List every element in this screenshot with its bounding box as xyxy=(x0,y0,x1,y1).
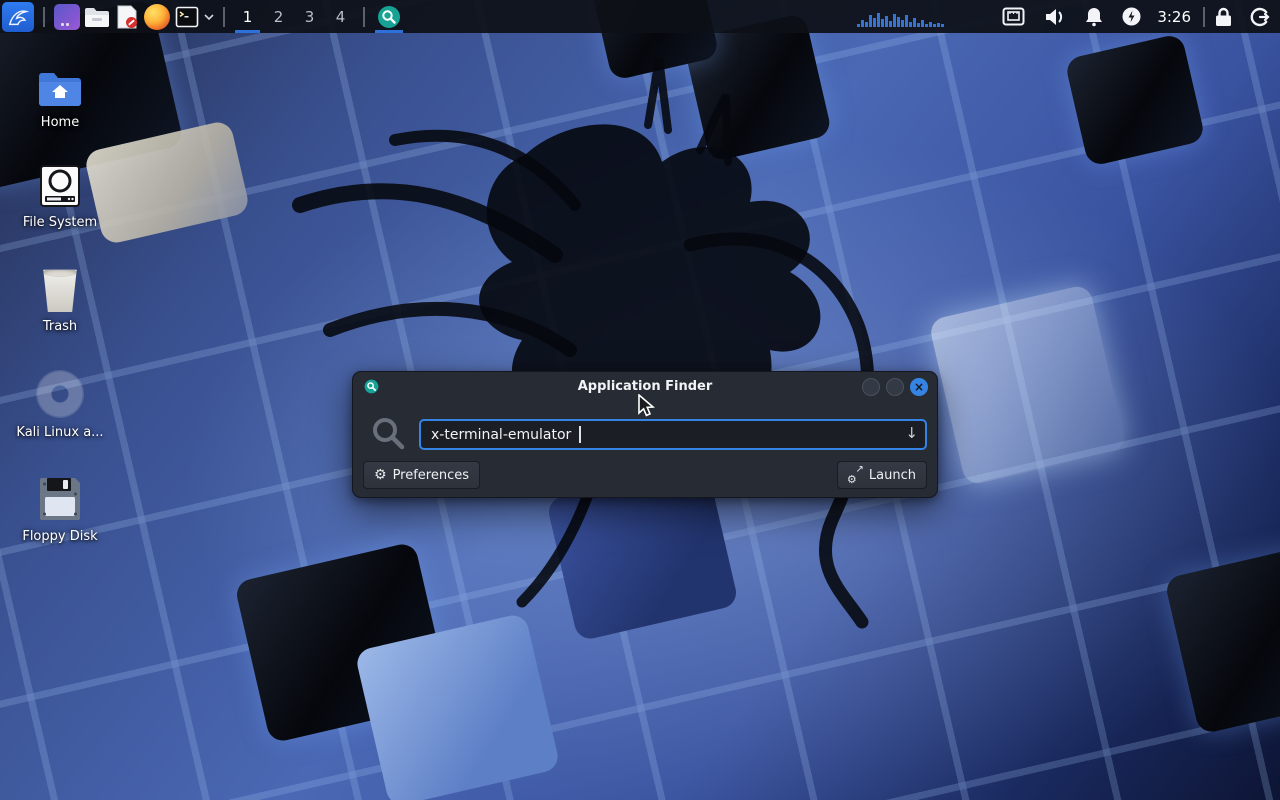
hard-drive-icon xyxy=(39,164,81,208)
notifications-bell-icon[interactable] xyxy=(1085,7,1103,27)
desktop-icon-file-system[interactable]: File System xyxy=(12,154,108,230)
launcher-firefox[interactable] xyxy=(142,0,172,33)
log-out-icon[interactable] xyxy=(1250,7,1270,27)
text-caret xyxy=(579,426,581,443)
launcher-file-manager[interactable] xyxy=(82,0,112,33)
ghost-disc-icon xyxy=(36,370,84,418)
applications-menu-button[interactable] xyxy=(2,2,34,32)
power-manager-icon[interactable] xyxy=(1122,7,1141,26)
search-input[interactable] xyxy=(419,419,927,450)
close-icon: × xyxy=(914,381,924,393)
floppy-disk-icon xyxy=(38,476,82,522)
desktop-icon-floppy-disk[interactable]: Floppy Disk xyxy=(12,468,108,544)
search-input-wrap: ↓ xyxy=(419,419,927,450)
terminal-icon xyxy=(175,5,199,29)
clock[interactable]: 3:26 xyxy=(1157,8,1191,26)
network-icon[interactable] xyxy=(1002,7,1025,26)
desktop-icon-label: Floppy Disk xyxy=(12,529,108,544)
mouse-cursor xyxy=(634,394,656,418)
terminal-dropdown[interactable] xyxy=(202,0,216,33)
desktop-icon-trash[interactable]: Trash xyxy=(12,258,108,334)
preferences-button[interactable]: ⚙ Preferences xyxy=(363,461,480,489)
launch-label: Launch xyxy=(869,468,916,483)
volume-icon[interactable] xyxy=(1044,7,1066,27)
workspace-3[interactable]: 3 xyxy=(294,0,325,33)
desktop-icon-home[interactable]: Home xyxy=(12,54,108,130)
launch-button[interactable]: ⚙ ↗ Launch xyxy=(837,461,927,489)
desktop-icon-label: Home xyxy=(12,115,108,130)
panel-separator xyxy=(363,7,365,27)
close-button[interactable]: × xyxy=(910,378,928,396)
panel-separator xyxy=(43,7,45,27)
preferences-label: Preferences xyxy=(393,468,469,483)
app-finder-icon xyxy=(377,5,401,29)
desktop-icon-label: Kali Linux a... xyxy=(12,425,108,440)
folder-icon xyxy=(84,6,110,28)
workspace-1[interactable]: 1 xyxy=(232,0,263,33)
workspace-2[interactable]: 2 xyxy=(263,0,294,33)
firefox-icon xyxy=(144,4,170,30)
top-panel: 1 2 3 4 xyxy=(0,0,1280,33)
application-finder-button[interactable] xyxy=(372,0,406,33)
lock-screen-icon[interactable] xyxy=(1215,7,1232,27)
maximize-button[interactable] xyxy=(886,378,904,396)
chevron-down-icon xyxy=(204,14,214,20)
panel-right-area: 3:26 xyxy=(857,7,1280,27)
application-finder-window: Application Finder × ↓ ⚙ Preferences ⚙ ↗… xyxy=(352,371,938,498)
search-icon xyxy=(370,415,406,451)
launcher-terminal[interactable] xyxy=(172,0,202,33)
app-finder-window-icon xyxy=(364,379,379,394)
panel-separator xyxy=(223,7,225,27)
launch-icon: ⚙ ↗ xyxy=(848,468,863,483)
kali-logo-icon xyxy=(7,6,29,28)
desktop-icon-kali-linux[interactable]: Kali Linux a... xyxy=(12,364,108,440)
minimize-button[interactable] xyxy=(862,378,880,396)
home-folder-icon xyxy=(37,70,83,108)
gear-icon: ⚙ xyxy=(374,468,387,482)
panel-separator xyxy=(1203,7,1205,27)
document-icon xyxy=(116,5,138,29)
system-tray xyxy=(983,7,1141,27)
dashboard-icon xyxy=(54,4,80,30)
desktop-icon-label: Trash xyxy=(12,319,108,334)
trash-can-icon xyxy=(41,268,79,312)
system-monitor-graph[interactable] xyxy=(857,11,945,27)
launcher-dashboard[interactable] xyxy=(52,0,82,33)
desktop-icon-label: File System xyxy=(12,215,108,230)
workspace-4[interactable]: 4 xyxy=(325,0,356,33)
launcher-text-editor[interactable] xyxy=(112,0,142,33)
